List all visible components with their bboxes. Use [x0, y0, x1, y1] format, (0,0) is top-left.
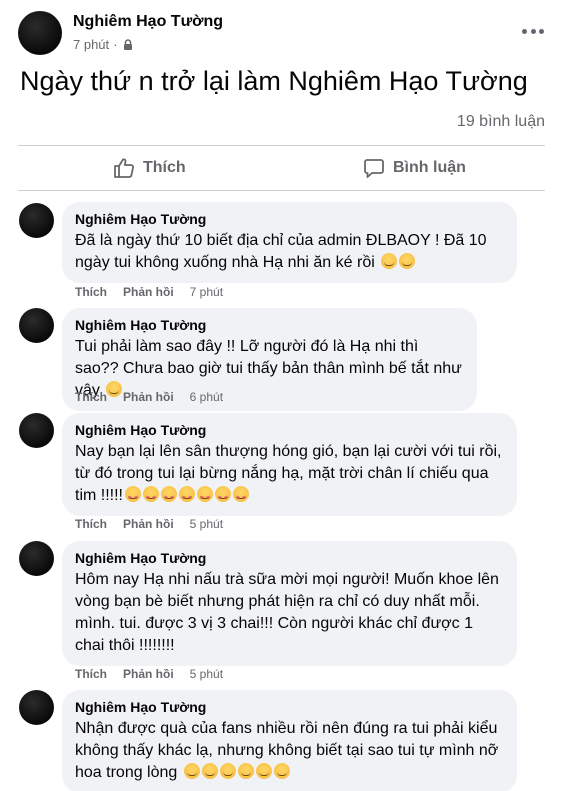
comment-time[interactable]: 5 phút	[190, 667, 223, 681]
comment-text: Nhận được quà của fans nhiều rồi nên đún…	[75, 720, 499, 781]
divider	[18, 145, 545, 146]
post-header: Nghiêm Hạo Tường 7 phút ·	[0, 0, 562, 62]
post-text: Ngày thứ n trở lại làm Nghiêm Hạo Tường	[20, 66, 528, 96]
smiling-face-with-smiling-eyes-icon	[219, 763, 236, 779]
comment-actions: Thích Phản hồi 7 phút	[75, 285, 223, 299]
comment-bubble: Nghiêm Hạo Tường Hôm nay Hạ nhi nấu trà …	[62, 541, 517, 666]
comment-author[interactable]: Nghiêm Hạo Tường	[75, 316, 464, 334]
comment-like-button[interactable]: Thích	[75, 390, 107, 404]
comment-button[interactable]: Bình luận	[363, 150, 466, 186]
thumbs-up-icon	[114, 158, 134, 178]
comment-label: Bình luận	[393, 159, 466, 176]
smiling-face-with-smiling-eyes-icon	[237, 763, 254, 779]
comment-actions: Thích Phản hồi 5 phút	[75, 667, 223, 681]
like-button[interactable]: Thích	[113, 150, 186, 186]
comment-author[interactable]: Nghiêm Hạo Tường	[75, 698, 504, 716]
comment-bubble: Nghiêm Hạo Tường Đã là ngày thứ 10 biết …	[62, 202, 517, 283]
comment-like-button[interactable]: Thích	[75, 285, 107, 299]
comment-time[interactable]: 5 phút	[190, 517, 223, 531]
comment-bubble: Nghiêm Hạo Tường Nay bạn lại lên sân thư…	[62, 413, 517, 516]
more-options-icon[interactable]	[522, 20, 544, 42]
comment-actions: Thích Phản hồi 6 phút	[75, 390, 223, 404]
comment-bubble: Nghiêm Hạo Tường Nhận được quà của fans …	[62, 690, 517, 791]
comment-author[interactable]: Nghiêm Hạo Tường	[75, 421, 504, 439]
smiling-face-with-hearts-icon	[125, 486, 141, 502]
avatar[interactable]	[18, 11, 62, 55]
lock-icon	[123, 38, 132, 50]
disappointed-face-icon	[399, 253, 416, 269]
comment-text: Nay bạn lại lên sân thượng hóng gió, bạn…	[75, 443, 502, 504]
comment-avatar[interactable]	[19, 413, 54, 448]
comment-text: Hôm nay Hạ nhi nấu trà sữa mời mọi người…	[75, 571, 499, 654]
smiling-face-with-hearts-icon	[143, 486, 159, 502]
comment-count[interactable]: 19 bình luận	[457, 113, 545, 131]
comment-like-button[interactable]: Thích	[75, 517, 107, 531]
post-time[interactable]: 7 phút	[73, 37, 109, 52]
comment-avatar[interactable]	[19, 690, 54, 725]
comment-actions: Thích Phản hồi 5 phút	[75, 517, 223, 531]
comment-reply-button[interactable]: Phản hồi	[123, 667, 174, 681]
like-label: Thích	[143, 159, 186, 176]
smiling-face-with-smiling-eyes-icon	[201, 763, 218, 779]
comment-avatar[interactable]	[19, 203, 54, 238]
sad-face-icon	[381, 253, 398, 269]
comment-author[interactable]: Nghiêm Hạo Tường	[75, 210, 504, 228]
comment-text: Đã là ngày thứ 10 biết địa chỉ của admin…	[75, 232, 487, 271]
smiling-face-with-smiling-eyes-icon	[255, 763, 272, 779]
post-author[interactable]: Nghiêm Hạo Tường	[73, 13, 223, 31]
comment-avatar[interactable]	[19, 308, 54, 343]
smiling-face-with-smiling-eyes-icon	[273, 763, 290, 779]
smiling-face-with-hearts-icon	[161, 486, 177, 502]
comment-avatar[interactable]	[19, 541, 54, 576]
comment-reply-button[interactable]: Phản hồi	[123, 285, 174, 299]
meta-separator: ·	[113, 37, 118, 52]
comment-time[interactable]: 6 phút	[190, 390, 223, 404]
comment-time[interactable]: 7 phút	[190, 285, 223, 299]
smiling-face-with-hearts-icon	[215, 486, 231, 502]
comment-like-button[interactable]: Thích	[75, 667, 107, 681]
smiling-face-with-hearts-icon	[197, 486, 213, 502]
smiling-face-with-hearts-icon	[179, 486, 195, 502]
comment-reply-button[interactable]: Phản hồi	[123, 390, 174, 404]
smiling-face-with-smiling-eyes-icon	[183, 763, 200, 779]
comment-author[interactable]: Nghiêm Hạo Tường	[75, 549, 504, 567]
divider	[18, 190, 545, 191]
comment-icon	[364, 159, 384, 178]
smiling-face-with-hearts-icon	[233, 486, 249, 502]
post-meta: 7 phút ·	[73, 37, 134, 52]
comment-reply-button[interactable]: Phản hồi	[123, 517, 174, 531]
